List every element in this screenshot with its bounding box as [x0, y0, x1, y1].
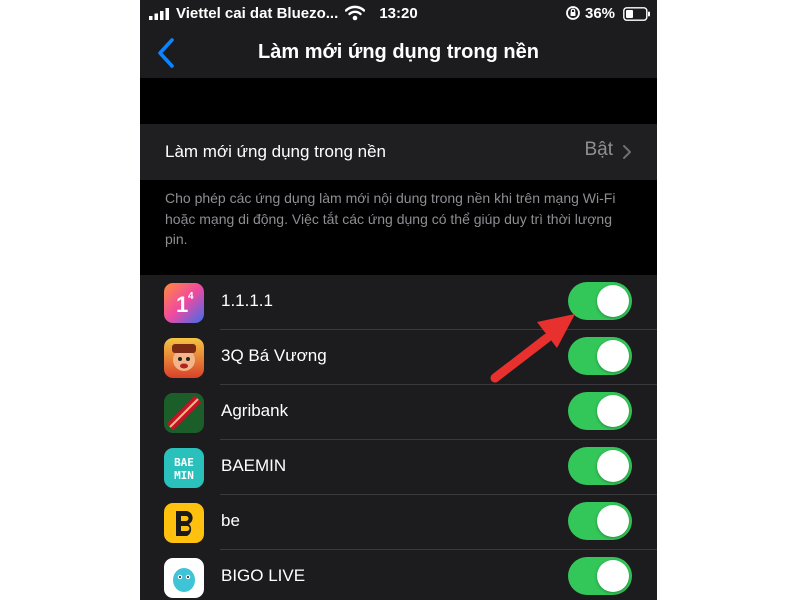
app-row: BAE MIN BAEMIN	[140, 440, 657, 495]
background-refresh-toggle[interactable]	[568, 447, 632, 485]
app-name: 3Q Bá Vương	[221, 346, 327, 365]
setting-label: Làm mới ứng dụng trong nền	[165, 142, 386, 161]
svg-text:1: 1	[176, 292, 188, 317]
battery-icon	[623, 7, 650, 21]
setting-value: Bật	[584, 139, 613, 160]
navigation-bar: Làm mới ứng dụng trong nền	[140, 28, 657, 78]
page-title: Làm mới ứng dụng trong nền	[258, 41, 539, 63]
agribank-icon	[164, 393, 204, 433]
section-spacer	[140, 78, 657, 124]
app-name: BIGO LIVE	[221, 566, 306, 585]
app-row: BIGO LIVE	[140, 550, 657, 600]
chevron-right-icon	[623, 145, 631, 159]
app-name: be	[221, 511, 240, 530]
bigo-live-icon	[164, 558, 204, 598]
background-refresh-toggle[interactable]	[568, 392, 632, 430]
svg-text:BAE: BAE	[174, 456, 194, 469]
app-name: Agribank	[221, 401, 289, 420]
description-text: Cho phép các ứng dụng làm mới nội dung t…	[165, 190, 616, 247]
background-refresh-setting-row[interactable]: Làm mới ứng dụng trong nền Bật	[140, 124, 657, 180]
rotation-lock-icon	[566, 6, 580, 20]
background-refresh-toggle[interactable]	[568, 557, 632, 595]
status-bar: Viettel cai dat Bluezo... 13:20 36%	[140, 0, 657, 28]
baemin-icon: BAE MIN	[164, 448, 204, 488]
app-row: be	[140, 495, 657, 550]
app-row: Agribank	[140, 385, 657, 440]
svg-text:MIN: MIN	[174, 469, 194, 482]
3q-ba-vuong-icon	[164, 338, 204, 378]
app-name: BAEMIN	[221, 456, 287, 475]
cloudflare-1111-icon: 1 4	[164, 283, 204, 323]
be-icon	[164, 503, 204, 543]
background-refresh-toggle[interactable]	[568, 502, 632, 540]
description-footer: Cho phép các ứng dụng làm mới nội dung t…	[140, 180, 657, 275]
battery-percent: 36%	[585, 5, 616, 22]
red-annotation-arrow-icon	[490, 314, 575, 383]
svg-text:4: 4	[188, 291, 194, 302]
app-name: 1.1.1.1	[221, 291, 273, 310]
